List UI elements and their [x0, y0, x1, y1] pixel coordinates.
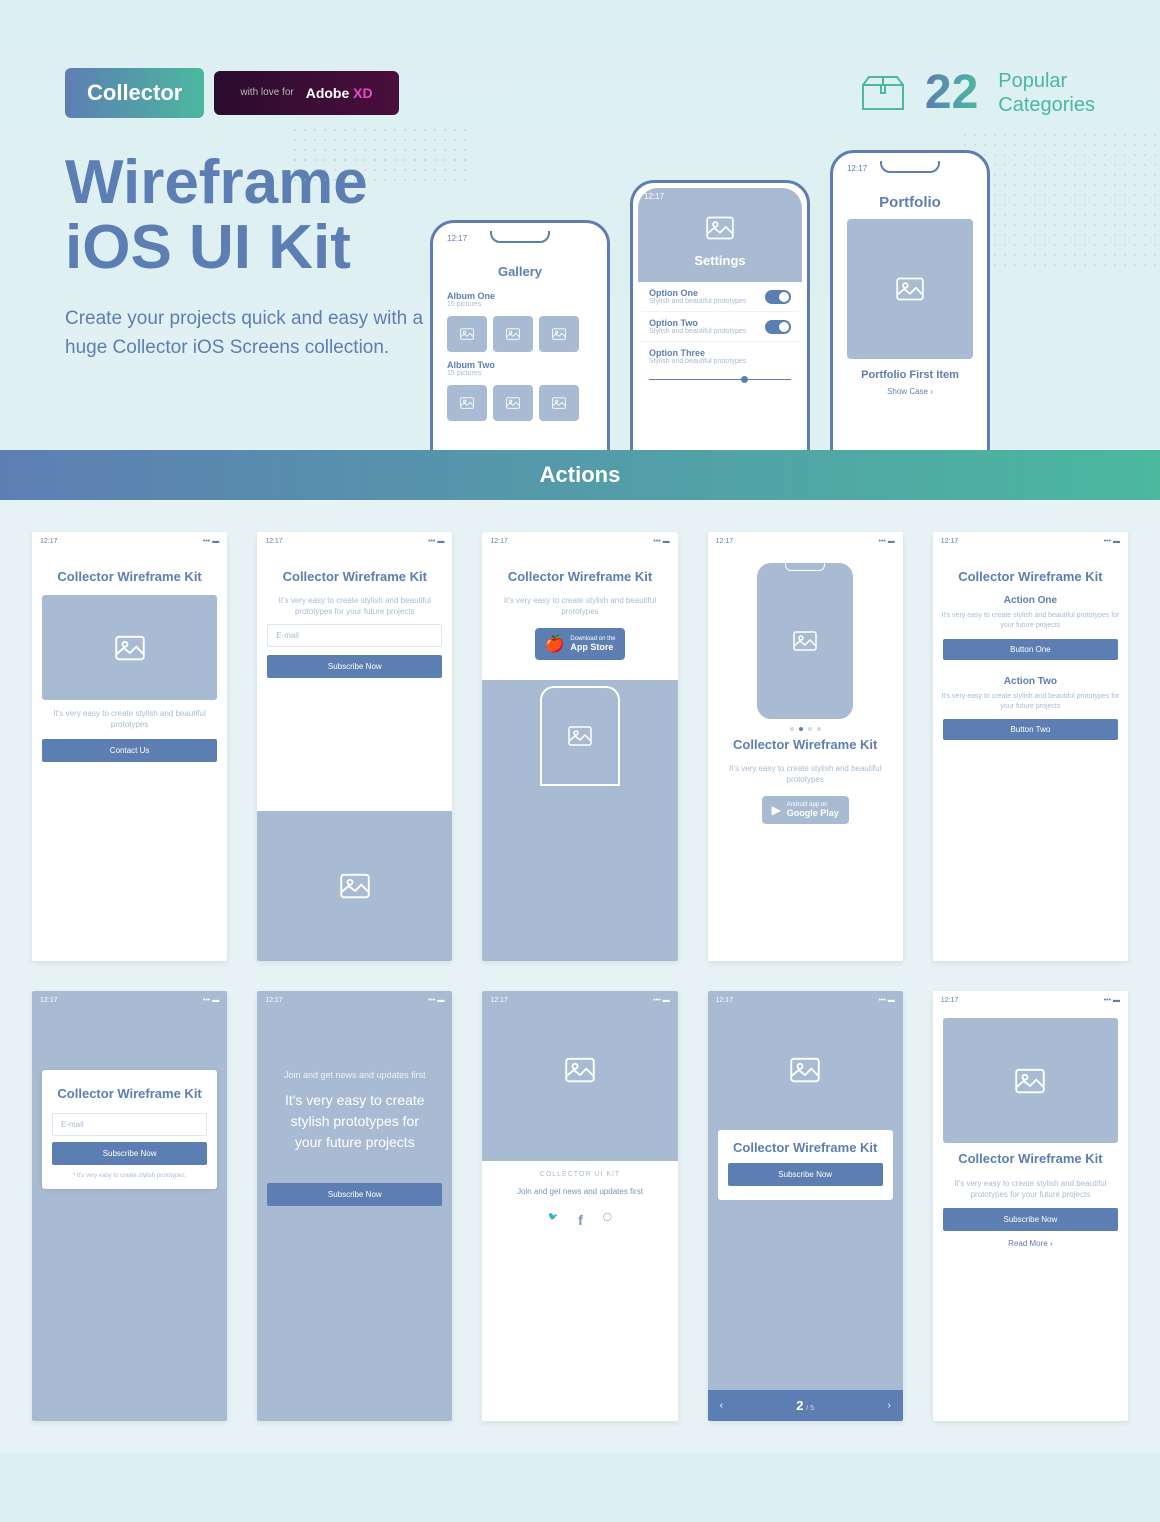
- screen-card: 12:17••• ▬ Collector Wireframe Kit It's …: [708, 532, 903, 961]
- googleplay-button[interactable]: ▶ Android app onGoogle Play: [762, 796, 849, 824]
- love-label: with love for: [240, 87, 293, 98]
- toggle-switch[interactable]: [765, 290, 791, 304]
- screen-card: 12:17••• ▬ Collector Wireframe Kit It's …: [933, 991, 1128, 1420]
- hero-subtitle: Create your projects quick and easy with…: [65, 305, 425, 362]
- section-header-actions: Actions: [0, 450, 1160, 500]
- phone-settings: 12:17 Settings Option OneStylish and bea…: [630, 180, 810, 450]
- phone-outline: [755, 561, 855, 721]
- twitter-icon[interactable]: 🐦: [548, 1212, 558, 1228]
- screen-card: 12:17••• ▬ Collector Wireframe Kit E-mai…: [32, 991, 227, 1420]
- showcase-link[interactable]: Show Case ›: [841, 387, 979, 396]
- category-label: PopularCategories: [998, 69, 1095, 117]
- social-icons: 🐦 f ◯: [482, 1212, 677, 1228]
- phone-gallery: 12:17 Gallery Album One 15 pictures Albu…: [430, 220, 610, 450]
- button-one[interactable]: Button One: [943, 639, 1118, 660]
- subscribe-button[interactable]: Subscribe Now: [943, 1208, 1118, 1231]
- screen-card: 12:17••• ▬ COLLECTOR UI KIT Join and get…: [482, 991, 677, 1420]
- screen-card: 12:17••• ▬ Collector Wireframe Kit It's …: [257, 532, 452, 961]
- box-icon: [861, 75, 905, 111]
- subscribe-button[interactable]: Subscribe Now: [52, 1142, 207, 1165]
- pagination-dots[interactable]: [708, 727, 903, 731]
- readmore-link[interactable]: Read More ›: [933, 1239, 1128, 1248]
- screen-card: 12:17••• ▬ Collector Wireframe Kit Subsc…: [708, 991, 903, 1420]
- subscribe-button[interactable]: Subscribe Now: [728, 1163, 883, 1186]
- hero-phone-previews: 12:17 Gallery Album One 15 pictures Albu…: [430, 150, 990, 450]
- decoration-dots: [960, 130, 1160, 270]
- image-placeholder: [42, 595, 217, 700]
- adobe-xd-badge: with love for Adobe XD: [214, 71, 398, 115]
- facebook-icon[interactable]: f: [578, 1212, 583, 1228]
- appstore-button[interactable]: 🍎 Download on theApp Store: [535, 628, 626, 660]
- category-count: 22: [925, 65, 978, 120]
- instagram-icon[interactable]: ◯: [603, 1212, 612, 1228]
- screens-grid: 12:17••• ▬ Collector Wireframe Kit It's …: [0, 500, 1160, 1453]
- slider[interactable]: [649, 379, 791, 380]
- pager: ‹ 2 / 5 ›: [708, 1390, 903, 1421]
- email-field[interactable]: E-mail: [52, 1113, 207, 1136]
- next-icon[interactable]: ›: [887, 1400, 890, 1411]
- hero-section: Collector with love for Adobe XD 22 Popu…: [0, 0, 1160, 450]
- screen-card: 12:17••• ▬ Collector Wireframe Kit Actio…: [933, 532, 1128, 961]
- screen-card: 12:17••• ▬ Collector Wireframe Kit It's …: [482, 532, 677, 961]
- subscribe-button[interactable]: Subscribe Now: [267, 655, 442, 678]
- toggle-switch[interactable]: [765, 320, 791, 334]
- prev-icon[interactable]: ‹: [720, 1400, 723, 1411]
- screen-card: 12:17••• ▬ Join and get news and updates…: [257, 991, 452, 1420]
- button-two[interactable]: Button Two: [943, 719, 1118, 740]
- phone-portfolio: 12:17 Portfolio Portfolio First Item Sho…: [830, 150, 990, 450]
- contact-button[interactable]: Contact Us: [42, 739, 217, 762]
- subscribe-button[interactable]: Subscribe Now: [267, 1183, 442, 1206]
- image-placeholder: [943, 1018, 1118, 1143]
- email-field[interactable]: E-mail: [267, 624, 442, 647]
- collector-badge: Collector: [65, 68, 204, 118]
- screen-card: 12:17••• ▬ Collector Wireframe Kit It's …: [32, 532, 227, 961]
